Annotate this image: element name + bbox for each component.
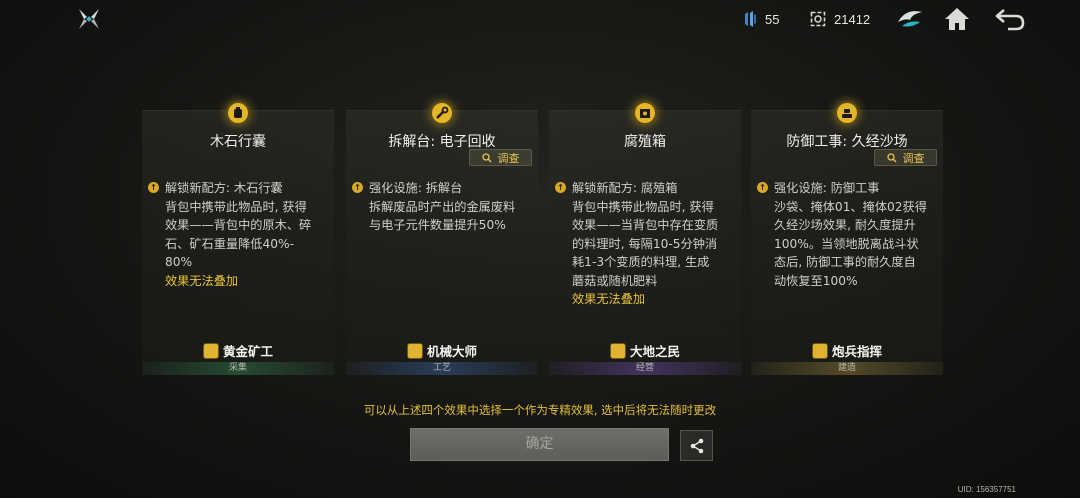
specialization-card-4[interactable]: 防御工事: 久经沙场 调查 ↑ 强化设施: 防御工事 沙袋、掩体01、掩体02获得…: [751, 101, 943, 375]
currency-count: 21412: [834, 11, 871, 27]
share-icon: [690, 438, 703, 453]
upgrade-arrow-icon: ↑: [757, 182, 768, 193]
mechanic-skill-icon: [406, 342, 423, 359]
category-label: 经营: [549, 362, 741, 375]
specialization-card-3[interactable]: 腐殖箱 ↑ 解锁新配方: 腐殖箱 背包中携带此物品时, 获得 效果——当背包中存在…: [549, 101, 741, 375]
user-id: UID: 156357751: [957, 485, 1016, 494]
miner-skill-icon: [202, 342, 219, 359]
specialization-card-1[interactable]: 木石行囊 ↑ 解锁新配方: 木石行囊 背包中携带此物品时, 获得 效果——背包中的…: [142, 101, 334, 375]
investigate-button[interactable]: 调查: [469, 149, 532, 166]
upgrade-arrow-icon: ↑: [148, 182, 159, 193]
share-button[interactable]: [680, 430, 713, 461]
skill-name: 大地之民: [549, 341, 741, 360]
back-arrow-icon[interactable]: [994, 6, 1025, 32]
card-description: ↑ 强化设施: 防御工事 沙袋、掩体01、掩体02获得 久经沙场效果, 耐久度提升…: [757, 179, 941, 290]
currency-resource: 21412: [810, 11, 870, 27]
category-label: 建造: [751, 362, 943, 375]
search-icon: [886, 152, 896, 162]
card-description: ↑ 解锁新配方: 木石行囊 背包中携带此物品时, 获得 效果——背包中的原木、碎 …: [148, 179, 332, 290]
wrench-badge-icon: [430, 101, 454, 125]
category-label: 采集: [142, 362, 334, 375]
crystal-resource: 55: [743, 11, 779, 27]
selection-notice: 可以从上述四个效果中选择一个作为专精效果, 选中后将无法随时更改: [363, 403, 717, 417]
card-description: ↑ 强化设施: 拆解台 拆解废品时产出的金属废料 与电子元件数量提升50%: [352, 179, 536, 235]
skill-name: 机械大师: [346, 341, 538, 360]
confirm-button[interactable]: 确定: [410, 428, 669, 461]
investigate-button[interactable]: 调查: [874, 149, 937, 166]
home-icon[interactable]: [943, 6, 971, 32]
upgrade-arrow-icon: ↑: [352, 182, 363, 193]
card-title: 防御工事: 久经沙场: [786, 134, 908, 150]
search-icon: [481, 152, 491, 162]
blue-crystal-icon: [745, 11, 756, 27]
top-bar: 55 21412: [0, 0, 1080, 40]
card-title: 木石行囊: [210, 134, 266, 150]
skill-name: 黄金矿工: [142, 341, 334, 360]
upgrade-arrow-icon: ↑: [555, 182, 566, 193]
specialization-card-2[interactable]: 拆解台: 电子回收 调查 ↑ 强化设施: 拆解台 拆解废品时产出的金属废料 与电子…: [346, 101, 538, 375]
crossed-blades-logo-icon: [76, 6, 102, 32]
bag-badge-icon: [226, 101, 250, 125]
earth-folk-skill-icon: [609, 342, 626, 359]
artillery-skill-icon: [811, 342, 828, 359]
card-title: 腐殖箱: [624, 134, 666, 150]
category-label: 工艺: [346, 362, 538, 375]
emblem-icon[interactable]: [896, 6, 924, 32]
sandbag-badge-icon: [835, 101, 859, 125]
card-title: 拆解台: 电子回收: [388, 134, 496, 150]
skill-name: 炮兵指挥: [751, 341, 943, 360]
compost-box-badge-icon: [633, 101, 657, 125]
gear-frame-currency-icon: [810, 11, 826, 27]
card-description: ↑ 解锁新配方: 腐殖箱 背包中携带此物品时, 获得 效果——当背包中存在变质 的…: [555, 179, 739, 309]
crystal-count: 55: [765, 11, 780, 27]
